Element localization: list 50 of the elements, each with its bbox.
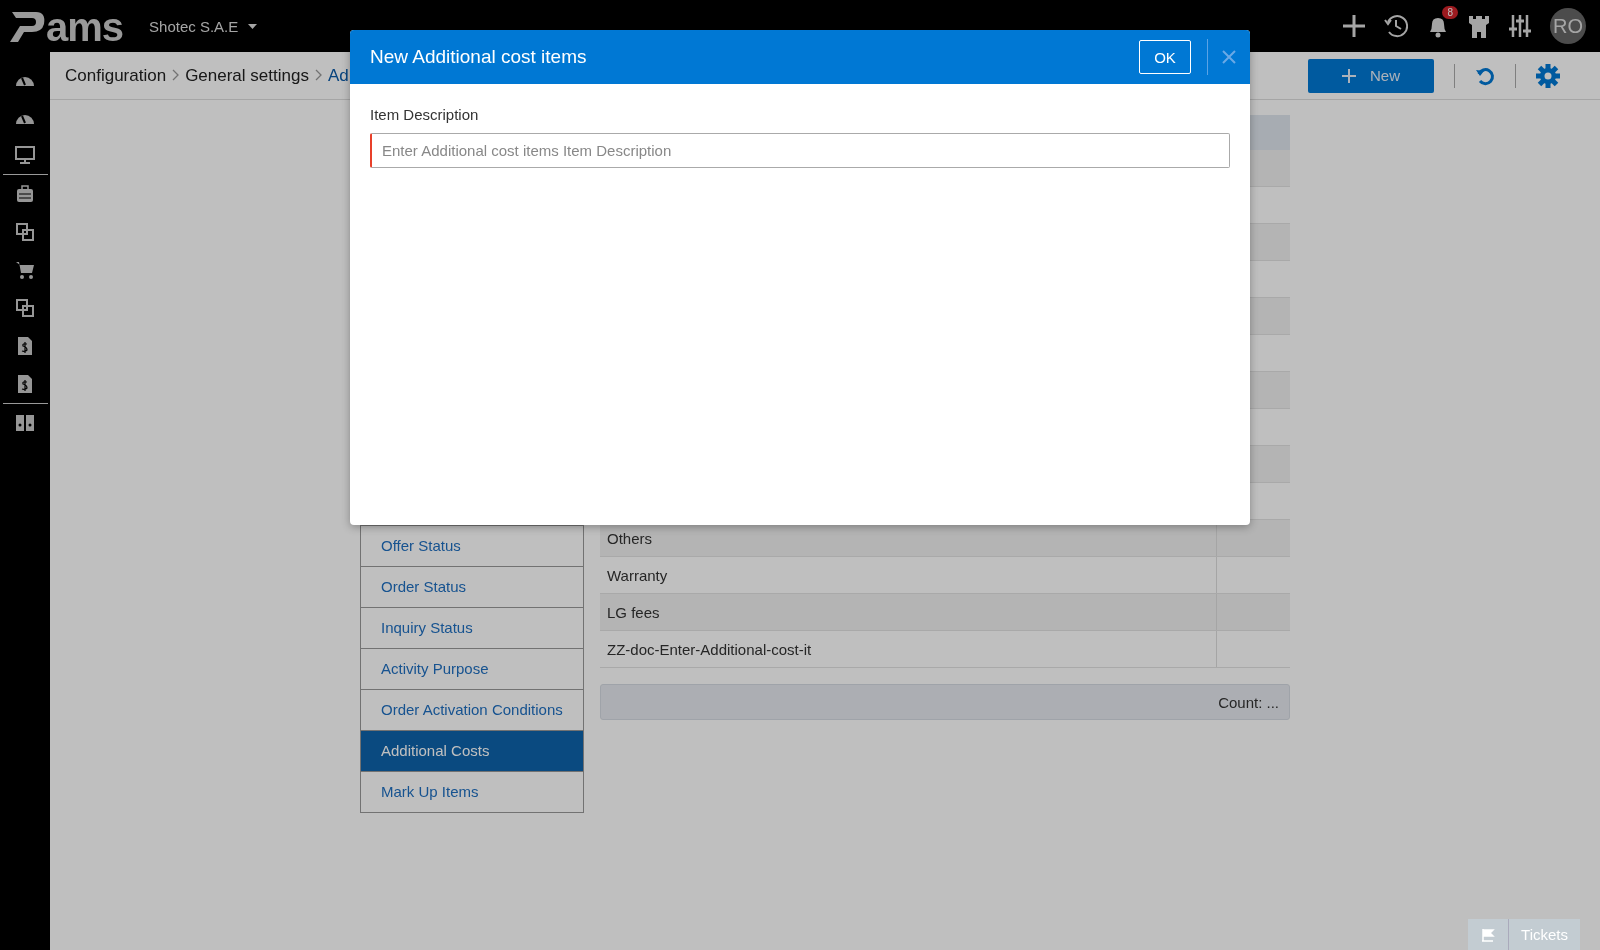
table-cell-text: LG fees — [606, 602, 661, 623]
chevron-icon — [172, 68, 180, 81]
refresh-button[interactable] — [1475, 65, 1495, 86]
table-cell-text: Warranty — [606, 565, 669, 586]
cart-icon — [15, 260, 35, 280]
table-cell-text: Others — [606, 528, 653, 549]
breadcrumb-link[interactable]: Ad — [327, 65, 349, 86]
company-dropdown[interactable]: Shotec S.A.E — [149, 17, 258, 35]
add-button[interactable] — [1342, 14, 1366, 38]
close-icon — [1222, 50, 1236, 64]
refresh-icon — [1475, 65, 1495, 86]
settings-menu-item[interactable]: Order Activation Conditions — [360, 690, 584, 731]
notification-badge: 8 — [1442, 6, 1458, 19]
plus-icon — [1342, 68, 1356, 83]
castle-icon — [1468, 14, 1490, 38]
breadcrumb-link[interactable]: General settings — [185, 65, 309, 86]
record-count: Count: ... — [1218, 693, 1280, 711]
binders-icon — [15, 414, 35, 432]
settings-menu-item[interactable]: Additional Costs — [360, 731, 584, 772]
monitor-icon — [15, 146, 35, 164]
settings-menu-item[interactable]: Activity Purpose — [360, 649, 584, 690]
invoice-icon — [17, 336, 33, 356]
flag-icon — [1481, 927, 1496, 942]
castle-button[interactable] — [1468, 14, 1490, 38]
settings-menu-item[interactable]: Order Status — [360, 567, 584, 608]
filters-button[interactable] — [1508, 14, 1532, 38]
settings-menu-item[interactable]: Mark Up Items — [360, 772, 584, 813]
settings-button[interactable] — [1536, 63, 1560, 88]
settings-menu-item[interactable]: Offer Status — [360, 525, 584, 567]
breadcrumb-link[interactable]: Configuration — [65, 65, 167, 86]
dialog-title: New Additional cost items — [370, 46, 587, 68]
logo-text: ams — [46, 10, 124, 44]
settings-icon — [1536, 63, 1560, 88]
ok-button[interactable]: OK — [1139, 40, 1191, 74]
exchange-icon — [16, 223, 34, 241]
invoice-icon — [17, 374, 33, 394]
sliders-icon — [1508, 14, 1532, 38]
table-cell-text: ZZ-doc-Enter-Additional-cost-it — [606, 639, 813, 660]
history-icon — [1384, 14, 1408, 38]
user-avatar[interactable]: RO — [1550, 8, 1586, 44]
briefcase-icon — [16, 185, 34, 203]
caret-icon — [248, 23, 258, 29]
settings-menu-item[interactable]: Inquiry Status — [360, 608, 584, 649]
new-button[interactable]: New — [1308, 58, 1434, 93]
input-field[interactable]: Enter Additional cost items Item Description — [370, 133, 1230, 168]
exchange-icon — [16, 299, 34, 317]
history-button[interactable] — [1384, 14, 1408, 38]
plus-icon — [1342, 14, 1366, 38]
field-label: Item Description — [370, 106, 480, 123]
chevron-icon — [314, 68, 322, 81]
